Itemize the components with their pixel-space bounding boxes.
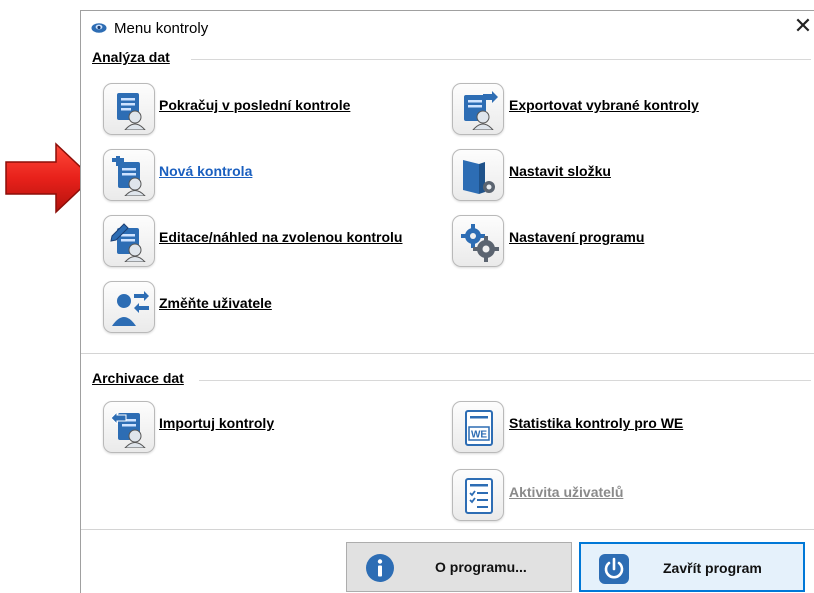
checklist-icon (465, 478, 493, 514)
close-program-label: Zavřít program (663, 560, 762, 576)
section-title-archive: Archivace dat (92, 370, 184, 386)
edit-preview-label[interactable]: Editace/náhled na zvolenou kontrolu (159, 229, 402, 245)
new-check-button[interactable] (103, 149, 155, 201)
statistics-document-icon: WE (465, 410, 493, 446)
program-settings-button[interactable] (452, 215, 504, 267)
export-selected-label[interactable]: Exportovat vybrané kontroly (509, 97, 699, 113)
new-document-icon (112, 156, 146, 196)
menu-window: Menu kontroly ✕ Analýza dat Pokračuj v p… (80, 10, 814, 593)
document-user-icon (117, 93, 146, 130)
import-checks-label[interactable]: Importuj kontroly (159, 415, 274, 431)
edit-preview-button[interactable] (103, 215, 155, 267)
import-document-icon (110, 410, 146, 448)
statistics-we-label[interactable]: Statistika kontroly pro WE (509, 415, 683, 431)
gears-icon (461, 224, 499, 262)
section-divider (81, 353, 814, 354)
title-bar: Menu kontroly ✕ (81, 11, 814, 45)
switch-user-icon (112, 291, 149, 326)
export-selected-button[interactable] (452, 83, 504, 135)
change-user-label[interactable]: Změňte uživatele (159, 295, 272, 311)
footer-divider (81, 529, 814, 530)
folder-gear-icon (463, 160, 495, 194)
continue-last-check-label[interactable]: Pokračuj v poslední kontrole (159, 97, 350, 113)
info-icon (366, 554, 394, 582)
new-check-label[interactable]: Nová kontrola (159, 163, 252, 179)
section-title-analysis: Analýza dat (92, 49, 170, 65)
we-badge-text: WE (471, 430, 487, 441)
power-icon (599, 554, 629, 584)
about-program-button[interactable]: O programu... (346, 542, 572, 592)
statistics-we-button[interactable]: WE (452, 401, 504, 453)
user-activity-button[interactable] (452, 469, 504, 521)
about-program-label: O programu... (435, 559, 527, 575)
edit-document-icon (110, 223, 146, 262)
program-settings-label[interactable]: Nastavení programu (509, 229, 644, 245)
user-activity-label[interactable]: Aktivita uživatelů (509, 484, 623, 500)
eye-icon (91, 23, 107, 33)
section-separator (191, 59, 811, 60)
export-document-icon (464, 91, 498, 130)
set-folder-button[interactable] (452, 149, 504, 201)
close-program-button[interactable]: Zavřít program (579, 542, 805, 592)
section-separator (199, 380, 811, 381)
import-checks-button[interactable] (103, 401, 155, 453)
continue-last-check-button[interactable] (103, 83, 155, 135)
window-title: Menu kontroly (114, 20, 209, 37)
set-folder-label[interactable]: Nastavit složku (509, 163, 611, 179)
change-user-button[interactable] (103, 281, 155, 333)
close-button[interactable]: ✕ (789, 15, 814, 41)
